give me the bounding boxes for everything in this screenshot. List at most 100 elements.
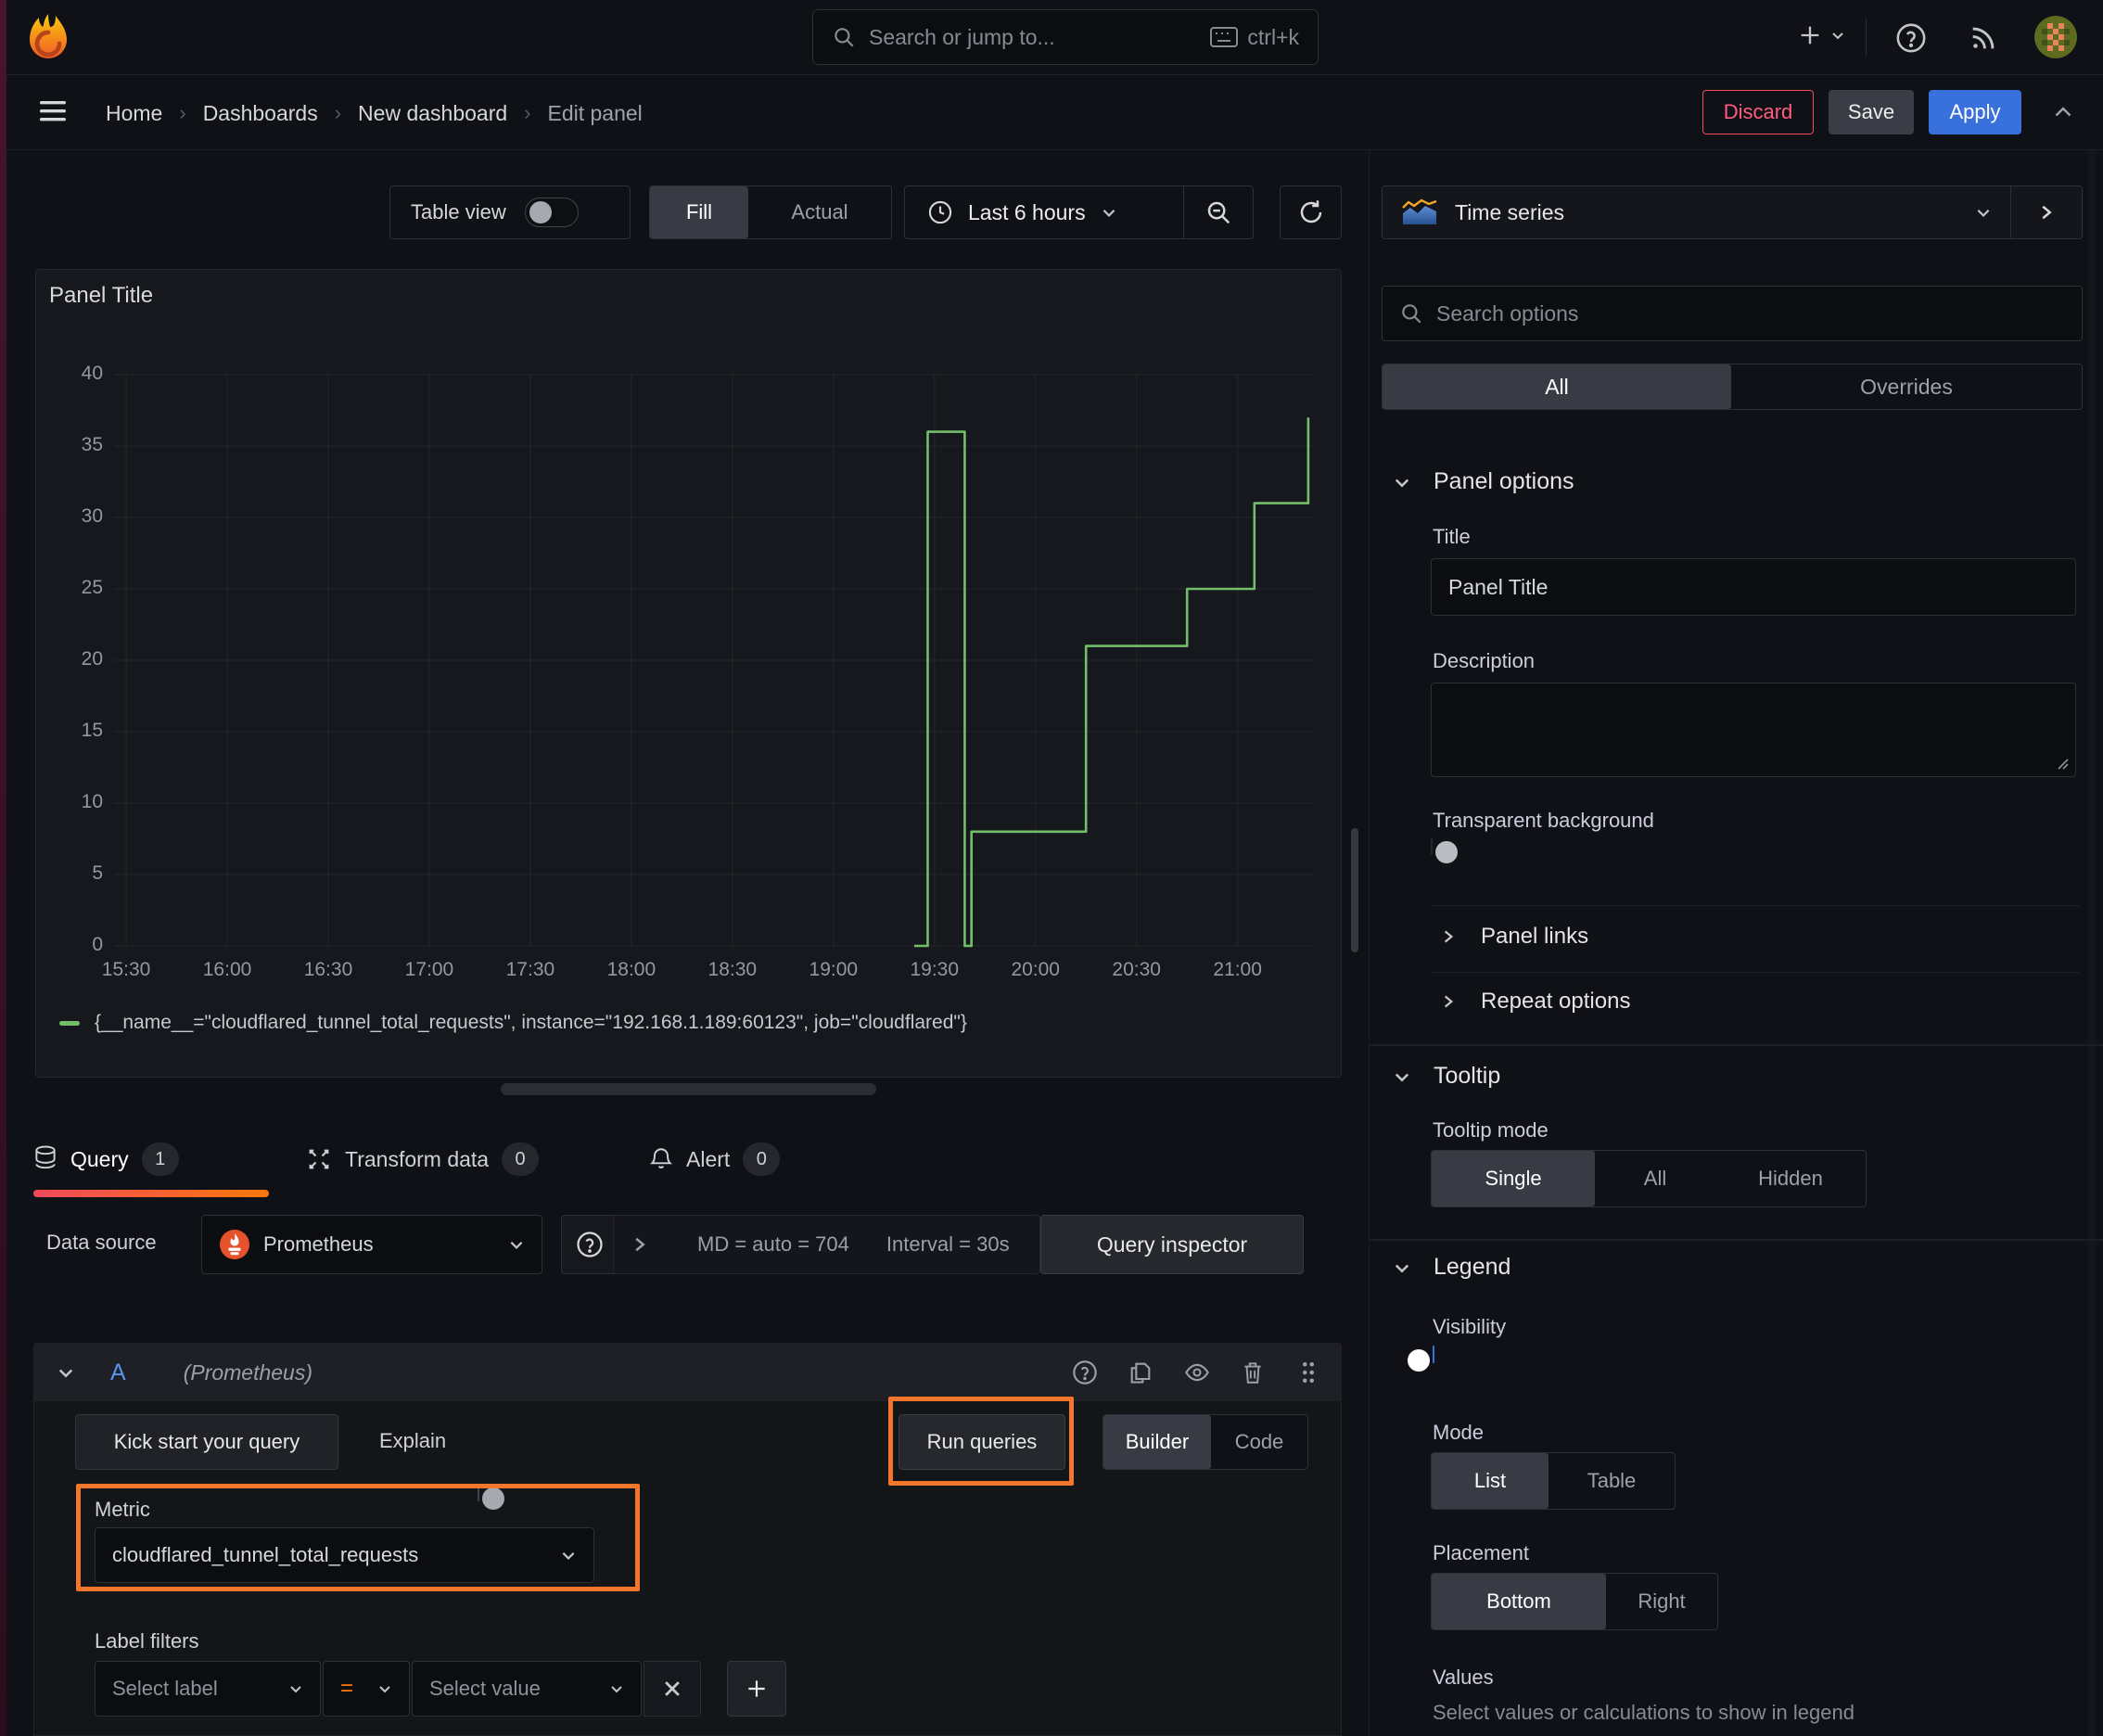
tooltip-section-header[interactable]: Tooltip [1393, 1063, 1500, 1090]
tab-transform-data[interactable]: Transform data 0 [306, 1133, 540, 1185]
legend-title: Legend [1434, 1254, 1511, 1280]
legend-placement-bottom-option[interactable]: Bottom [1432, 1574, 1606, 1629]
legend-visibility-label: Visibility [1433, 1315, 1507, 1338]
kick-start-query-button[interactable]: Kick start your query [75, 1414, 338, 1470]
repeat-options-label: Repeat options [1481, 989, 1631, 1014]
chevron-down-icon[interactable] [57, 1363, 75, 1382]
apply-button[interactable]: Apply [1929, 90, 2021, 134]
discard-button[interactable]: Discard [1702, 90, 1814, 134]
options-scope-segmented: All Overrides [1382, 364, 2083, 410]
legend-series-name[interactable]: {__name__="cloudflared_tunnel_total_requ… [95, 1012, 967, 1034]
legend-section-header[interactable]: Legend [1393, 1254, 1510, 1281]
panel-resize-handle[interactable] [501, 1083, 876, 1095]
grafana-logo-icon[interactable] [26, 12, 70, 62]
duplicate-query-icon[interactable] [1128, 1359, 1153, 1385]
select-value-dropdown[interactable]: Select value [412, 1661, 642, 1717]
legend-values-label: Values [1433, 1666, 1494, 1689]
time-range-picker[interactable]: Last 6 hours [905, 186, 1183, 238]
query-row-header[interactable]: A (Prometheus) [34, 1344, 1341, 1401]
x-tick-label: 20:00 [1011, 959, 1060, 980]
data-source-help-button[interactable] [561, 1215, 618, 1274]
add-new-button[interactable] [1797, 22, 1845, 48]
delete-query-trash-icon[interactable] [1241, 1359, 1265, 1385]
builder-mode-option[interactable]: Builder [1103, 1415, 1211, 1469]
toggle-visibility-eye-icon[interactable] [1183, 1359, 1211, 1385]
visualization-picker[interactable]: Time series [1383, 186, 2010, 238]
collapse-chevron-up-icon[interactable] [2049, 99, 2077, 127]
metric-select[interactable]: cloudflared_tunnel_total_requests [95, 1527, 594, 1583]
news-rss-icon[interactable] [1968, 22, 1999, 54]
search-options-input[interactable]: Search options [1382, 286, 2083, 341]
menu-hamburger-icon[interactable] [39, 99, 67, 123]
operator-dropdown[interactable]: = [323, 1661, 410, 1717]
select-label-placeholder: Select label [112, 1677, 218, 1700]
select-label-dropdown[interactable]: Select label [95, 1661, 321, 1717]
remove-filter-close-icon[interactable] [644, 1661, 701, 1717]
panel-links-collapsed-section[interactable]: Panel links [1440, 924, 1588, 950]
panel-options-section-header[interactable]: Panel options [1393, 468, 1574, 495]
chart-area[interactable] [36, 270, 1341, 1077]
tab-query[interactable]: Query 1 [33, 1133, 179, 1185]
tooltip-all-option[interactable]: All [1595, 1151, 1715, 1206]
breadcrumb-home[interactable]: Home [106, 101, 162, 126]
legend-placement-segmented: Bottom Right [1431, 1573, 1718, 1630]
legend-mode-table-option[interactable]: Table [1549, 1453, 1675, 1509]
query-inspector-button[interactable]: Query inspector [1040, 1215, 1304, 1274]
breadcrumb-dashboards[interactable]: Dashboards [203, 101, 318, 126]
explain-label: Explain [379, 1429, 447, 1452]
legend-visibility-toggle[interactable] [1408, 1346, 1434, 1372]
chevron-down-icon [1832, 32, 1843, 40]
explain-toggle[interactable] [478, 1484, 504, 1510]
table-view-toggle-group: Table view [389, 185, 631, 239]
code-mode-option[interactable]: Code [1211, 1415, 1307, 1469]
time-series-chart-icon [1401, 198, 1438, 226]
resize-grip-icon[interactable] [2055, 756, 2070, 771]
drag-handle-grip-icon[interactable] [1298, 1359, 1319, 1386]
sidebar-scrollbar-track[interactable] [2088, 150, 2096, 1736]
metric-label: Metric [95, 1498, 150, 1521]
main-scrollbar-thumb[interactable] [1351, 828, 1358, 952]
help-icon[interactable] [1895, 22, 1927, 54]
data-source-picker[interactable]: Prometheus [201, 1215, 542, 1274]
repeat-options-collapsed-section[interactable]: Repeat options [1440, 989, 1630, 1015]
y-tick-label: 35 [81, 434, 103, 455]
query-help-icon[interactable] [1072, 1359, 1098, 1385]
chevron-right-icon [1444, 995, 1454, 1008]
run-queries-button[interactable]: Run queries [899, 1414, 1065, 1470]
chevron-down-icon [1102, 209, 1115, 217]
save-button[interactable]: Save [1829, 90, 1914, 134]
select-value-placeholder: Select value [429, 1677, 541, 1700]
tooltip-single-option[interactable]: Single [1432, 1151, 1595, 1206]
description-textarea[interactable] [1431, 683, 2076, 777]
chevron-down-icon [508, 1236, 525, 1253]
tab-alert[interactable]: Alert 0 [649, 1133, 781, 1185]
sidebar-divider [1369, 150, 1370, 1736]
tooltip-hidden-option[interactable]: Hidden [1715, 1151, 1866, 1206]
query-options-summary[interactable]: MD = auto = 704 Interval = 30s [613, 1215, 1040, 1274]
user-avatar[interactable] [2034, 16, 2077, 58]
y-tick-label: 0 [92, 934, 103, 955]
fit-actual-option[interactable]: Actual [748, 186, 891, 238]
legend-mode-list-option[interactable]: List [1432, 1453, 1549, 1509]
y-tick-label: 5 [92, 862, 103, 884]
chevron-right-icon [1444, 930, 1454, 943]
panel-title-input[interactable] [1431, 558, 2076, 616]
transparent-background-toggle[interactable] [1431, 837, 1458, 863]
collapse-options-pane-button[interactable] [2011, 186, 2082, 238]
add-filter-button[interactable] [727, 1661, 786, 1717]
zoom-out-icon[interactable] [1184, 186, 1253, 238]
legend-mode-label: Mode [1433, 1421, 1485, 1444]
global-search-input[interactable]: Search or jump to... ctrl+k [812, 9, 1319, 65]
tab-alert-count-badge: 0 [743, 1142, 781, 1176]
legend-series-swatch[interactable] [59, 1020, 80, 1026]
chevron-right-icon[interactable] [631, 1235, 649, 1254]
chevron-down-icon [1395, 479, 1409, 488]
legend-placement-right-option[interactable]: Right [1606, 1574, 1717, 1629]
table-view-toggle[interactable] [524, 198, 579, 227]
legend-item[interactable]: {__name__="cloudflared_tunnel_total_requ… [59, 1012, 967, 1034]
refresh-button[interactable] [1280, 185, 1342, 239]
fit-fill-option[interactable]: Fill [650, 186, 748, 238]
scope-overrides-option[interactable]: Overrides [1731, 364, 2082, 409]
scope-all-option[interactable]: All [1383, 364, 1731, 409]
breadcrumb-new-dashboard[interactable]: New dashboard [358, 101, 507, 126]
